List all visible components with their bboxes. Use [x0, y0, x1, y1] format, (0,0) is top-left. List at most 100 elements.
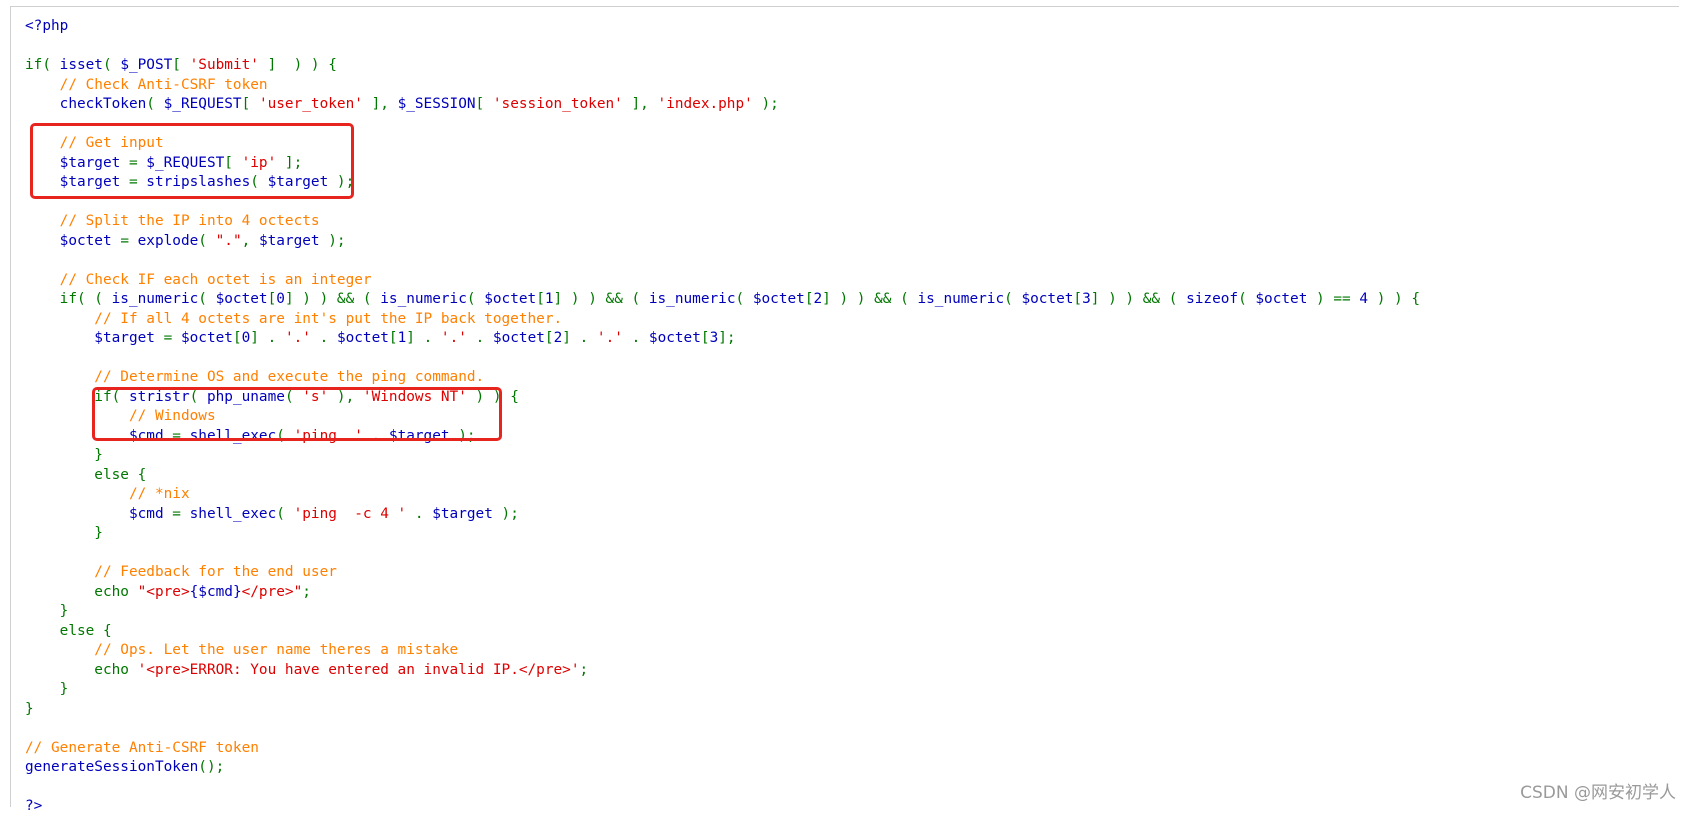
- code-token: ] ) ) && (: [284, 291, 381, 307]
- code-token: 0: [241, 330, 251, 346]
- code-token: '.': [440, 330, 467, 346]
- code-line: }: [25, 680, 1420, 700]
- code-line: // Feedback for the end user: [25, 563, 1420, 583]
- code-token: [: [544, 330, 554, 346]
- code-token: [: [241, 96, 259, 112]
- code-token: 4: [1359, 291, 1377, 307]
- code-token: // Check IF each octet is an integer: [25, 271, 372, 288]
- code-token: '<pre>ERROR: You have entered an invalid…: [137, 661, 580, 678]
- code-token: $cmd: [25, 505, 173, 522]
- code-token: $_REQUEST: [163, 96, 242, 112]
- code-token: [: [172, 57, 190, 73]
- code-token: );: [752, 96, 779, 112]
- code-token: isset: [59, 57, 103, 73]
- code-token: ?>: [25, 798, 43, 814]
- code-token: ] ) ) && (: [822, 291, 918, 307]
- code-token: [: [1073, 291, 1083, 307]
- code-token: 'Submit': [189, 57, 259, 73]
- code-token: else {: [25, 622, 112, 639]
- code-token: ) ) {: [1376, 291, 1421, 307]
- code-line: generateSessionToken();: [25, 758, 1420, 778]
- code-token: $octet: [492, 330, 545, 346]
- code-token: else {: [25, 466, 147, 483]
- code-line: $octet = explode( ".", $target );: [25, 232, 1420, 252]
- code-token: ] ) ) {: [258, 57, 337, 73]
- code-token: {$cmd}: [189, 583, 242, 600]
- code-token: ],: [362, 96, 398, 112]
- code-token: =: [120, 232, 138, 249]
- code-token: 'index.php': [657, 96, 753, 112]
- code-token: );: [501, 505, 519, 522]
- code-token: [: [232, 330, 242, 346]
- code-token: $octet: [648, 330, 701, 346]
- code-token: is_numeric: [648, 291, 736, 307]
- code-line: }: [25, 700, 1420, 720]
- code-token: (: [102, 57, 121, 73]
- code-token: [: [475, 96, 493, 112]
- code-token: ],: [622, 96, 658, 112]
- code-line: if( isset( $_POST[ 'Submit' ] ) ) {: [25, 56, 1420, 76]
- code-token: }: [25, 603, 69, 619]
- code-token: $octet: [215, 291, 268, 307]
- code-token: is_numeric: [917, 291, 1005, 307]
- code-token: $octet: [336, 330, 389, 346]
- code-line: }: [25, 446, 1420, 466]
- code-token: .: [310, 330, 337, 346]
- source-viewer: <?php if( isset( $_POST[ 'Submit' ] ) ) …: [10, 6, 1679, 814]
- code-token: $_POST: [120, 57, 173, 73]
- code-line: checkToken( $_REQUEST[ 'user_token' ], $…: [25, 95, 1420, 115]
- csdn-watermark: CSDN @网安初学人: [1520, 783, 1676, 803]
- code-line: // Split the IP into 4 octects: [25, 212, 1420, 232]
- highlight-box-get-input: [30, 123, 354, 199]
- code-token: ] ) ) && (: [1090, 291, 1187, 307]
- code-token: $octet: [25, 232, 121, 249]
- code-token: $octet: [1255, 291, 1317, 307]
- code-token: '.': [596, 330, 623, 346]
- code-token: }: [25, 447, 103, 463]
- code-token: echo: [25, 583, 138, 600]
- code-line: // Check IF each octet is an integer: [25, 271, 1420, 291]
- code-line: // Ops. Let the user name theres a mista…: [25, 641, 1420, 661]
- code-line: echo "<pre>{$cmd}</pre>";: [25, 583, 1420, 603]
- code-line: $target = $octet[0] . '.' . $octet[1] . …: [25, 329, 1420, 349]
- code-token: // Feedback for the end user: [25, 564, 337, 580]
- code-token: // Ops. Let the user name theres a mista…: [25, 642, 459, 658]
- code-token: 'session_token': [492, 96, 623, 112]
- code-token: if( (: [25, 291, 112, 307]
- code-token: $octet: [1021, 291, 1074, 307]
- code-token: // Determine OS and execute the ping com…: [25, 369, 485, 385]
- code-token: .: [466, 330, 493, 346]
- code-token: 'user_token': [258, 96, 363, 112]
- code-line: $cmd = shell_exec( 'ping -c 4 ' . $targe…: [25, 505, 1420, 525]
- code-token: $target: [258, 232, 329, 249]
- code-token: if(: [25, 57, 60, 73]
- code-line: if( ( is_numeric( $octet[0] ) ) && ( is_…: [25, 290, 1420, 310]
- code-token: $_SESSION: [397, 96, 476, 112]
- code-token: [: [536, 291, 545, 307]
- code-token: 'ping -c 4 ': [293, 505, 407, 522]
- code-token: 2: [553, 330, 563, 346]
- code-token: $octet: [484, 291, 537, 307]
- code-token: generateSessionToken: [25, 759, 199, 775]
- code-token: "<pre>: [137, 583, 190, 600]
- code-token: =: [163, 330, 181, 346]
- code-token: (: [276, 505, 294, 522]
- code-token: [: [388, 330, 398, 346]
- code-token: .: [406, 505, 433, 522]
- code-token: ] ) ) && (: [553, 291, 649, 307]
- code-token: // Split the IP into 4 octects: [25, 213, 320, 229]
- code-token: ,: [241, 232, 259, 249]
- code-line: <?php: [25, 17, 1420, 37]
- code-token: shell_exec: [189, 505, 277, 522]
- code-token: // Generate Anti-CSRF token: [25, 739, 259, 756]
- code-token: explode: [137, 232, 199, 249]
- code-token: }: [25, 525, 103, 541]
- code-token: 0: [276, 291, 285, 307]
- code-token: ) ==: [1316, 291, 1360, 307]
- code-line: // Check Anti-CSRF token: [25, 76, 1420, 96]
- code-token: (: [146, 96, 164, 112]
- code-token: $target: [25, 330, 164, 346]
